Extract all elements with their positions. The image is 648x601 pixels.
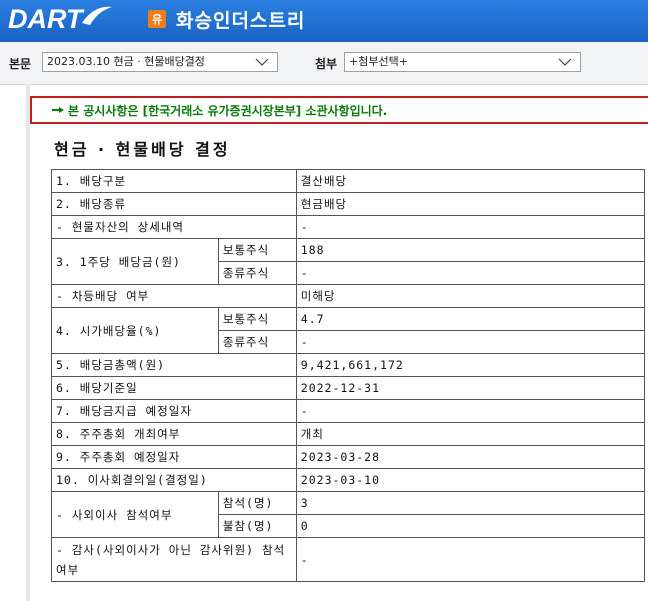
row-sublabel: 종류주식 bbox=[217, 261, 297, 285]
row-label: - 현물자산의 상세내역 bbox=[51, 215, 297, 239]
row-value: - bbox=[295, 537, 646, 582]
row-value: 188 bbox=[295, 238, 646, 262]
row-value: 2022-12-31 bbox=[295, 376, 646, 400]
row-label: - 차등배당 여부 bbox=[51, 284, 297, 308]
row-label: 4. 시가배당율(%) bbox=[51, 307, 219, 354]
row-value: - bbox=[295, 330, 646, 354]
table-row: 5. 배당금총액(원) 9,421,661,172 bbox=[51, 353, 646, 377]
row-value: 미해당 bbox=[295, 284, 646, 308]
company-header: 유 화승인더스트리 bbox=[148, 4, 305, 34]
attach-select[interactable]: +첨부선택+ bbox=[344, 52, 581, 72]
company-name[interactable]: 화승인더스트리 bbox=[176, 6, 305, 33]
row-value: 현금배당 bbox=[295, 192, 646, 216]
row-label: 9. 주주총회 예정일자 bbox=[51, 445, 297, 469]
table-row: 8. 주주총회 개최여부 개최 bbox=[51, 422, 646, 446]
row-label: 2. 배당종류 bbox=[51, 192, 297, 216]
row-label: - 사외이사 참석여부 bbox=[51, 491, 219, 538]
disclosure-table: 1. 배당구분 결산배당 2. 배당종류 현금배당 - 현물자산의 상세내역 -… bbox=[51, 169, 646, 582]
table-row: - 사외이사 참석여부 참석(명) 3 bbox=[51, 491, 646, 538]
row-sublabel: 참석(명) bbox=[217, 491, 297, 515]
jurisdiction-notice: 본 공시사항은 [한국거래소 유가증권시장본부] 소관사항입니다. bbox=[30, 96, 648, 124]
row-label: 5. 배당금총액(원) bbox=[51, 353, 297, 377]
row-value: 9,421,661,172 bbox=[295, 353, 646, 377]
table-row: 10. 이사회결의일(결정일) 2023-03-10 bbox=[51, 468, 646, 492]
table-row: 1. 배당구분 결산배당 bbox=[51, 169, 646, 193]
table-row: 9. 주주총회 예정일자 2023-03-28 bbox=[51, 445, 646, 469]
row-label: 10. 이사회결의일(결정일) bbox=[51, 468, 297, 492]
top-header-bar: DART 유 화승인더스트리 bbox=[0, 0, 648, 42]
row-label: 3. 1주당 배당금(원) bbox=[51, 238, 219, 285]
dart-logo[interactable]: DART bbox=[8, 2, 83, 36]
row-value: 2023-03-28 bbox=[295, 445, 646, 469]
attach-select-value: +첨부선택+ bbox=[349, 55, 408, 68]
row-value: 4.7 bbox=[295, 307, 646, 331]
row-value: 2023-03-10 bbox=[295, 468, 646, 492]
table-row: 3. 1주당 배당금(원) 보통주식 188 bbox=[51, 238, 646, 285]
row-label: 7. 배당금지급 예정일자 bbox=[51, 399, 297, 423]
chevron-down-icon bbox=[558, 58, 572, 66]
row-value: 3 bbox=[295, 491, 646, 515]
row-label: 8. 주주총회 개최여부 bbox=[51, 422, 297, 446]
market-badge: 유 bbox=[148, 10, 166, 28]
doc-select[interactable]: 2023.03.10 현금 · 현물배당결정 bbox=[42, 52, 278, 72]
dart-swoosh-icon bbox=[82, 6, 112, 25]
table-row: 7. 배당금지급 예정일자 - bbox=[51, 399, 646, 423]
row-value: - bbox=[295, 399, 646, 423]
row-sublabel: 불참(명) bbox=[217, 514, 297, 538]
hand-pointer-icon bbox=[52, 107, 64, 113]
notice-text: 본 공시사항은 [한국거래소 유가증권시장본부] 소관사항입니다. bbox=[68, 103, 388, 118]
attach-select-label: 첨부 bbox=[315, 57, 338, 71]
dart-logo-text: DART bbox=[8, 3, 83, 34]
row-value: - bbox=[295, 261, 646, 285]
row-sublabel: 종류주식 bbox=[217, 330, 297, 354]
document-toolbar: 본문 2023.03.10 현금 · 현물배당결정 첨부 +첨부선택+ bbox=[0, 42, 648, 85]
row-sublabel: 보통주식 bbox=[217, 238, 297, 262]
row-value: - bbox=[295, 215, 646, 239]
table-row: - 차등배당 여부 미해당 bbox=[51, 284, 646, 308]
table-row: 2. 배당종류 현금배당 bbox=[51, 192, 646, 216]
row-label: - 감사(사외이사가 아닌 감사위원) 참석여부 bbox=[51, 537, 297, 582]
row-label: 6. 배당기준일 bbox=[51, 376, 297, 400]
table-row: - 감사(사외이사가 아닌 감사위원) 참석여부 - bbox=[51, 537, 646, 582]
row-sublabel: 보통주식 bbox=[217, 307, 297, 331]
chevron-down-icon bbox=[255, 58, 269, 66]
table-row: - 현물자산의 상세내역 - bbox=[51, 215, 646, 239]
row-value: 결산배당 bbox=[295, 169, 646, 193]
table-row: 4. 시가배당율(%) 보통주식 4.7 bbox=[51, 307, 646, 354]
row-value: 개최 bbox=[295, 422, 646, 446]
doc-select-value: 2023.03.10 현금 · 현물배당결정 bbox=[47, 55, 205, 68]
row-value: 0 bbox=[295, 514, 646, 538]
doc-select-label: 본문 bbox=[9, 57, 32, 71]
row-label: 1. 배당구분 bbox=[51, 169, 297, 193]
page-title: 현금 · 현물배당 결정 bbox=[54, 140, 231, 159]
table-row: 6. 배당기준일 2022-12-31 bbox=[51, 376, 646, 400]
